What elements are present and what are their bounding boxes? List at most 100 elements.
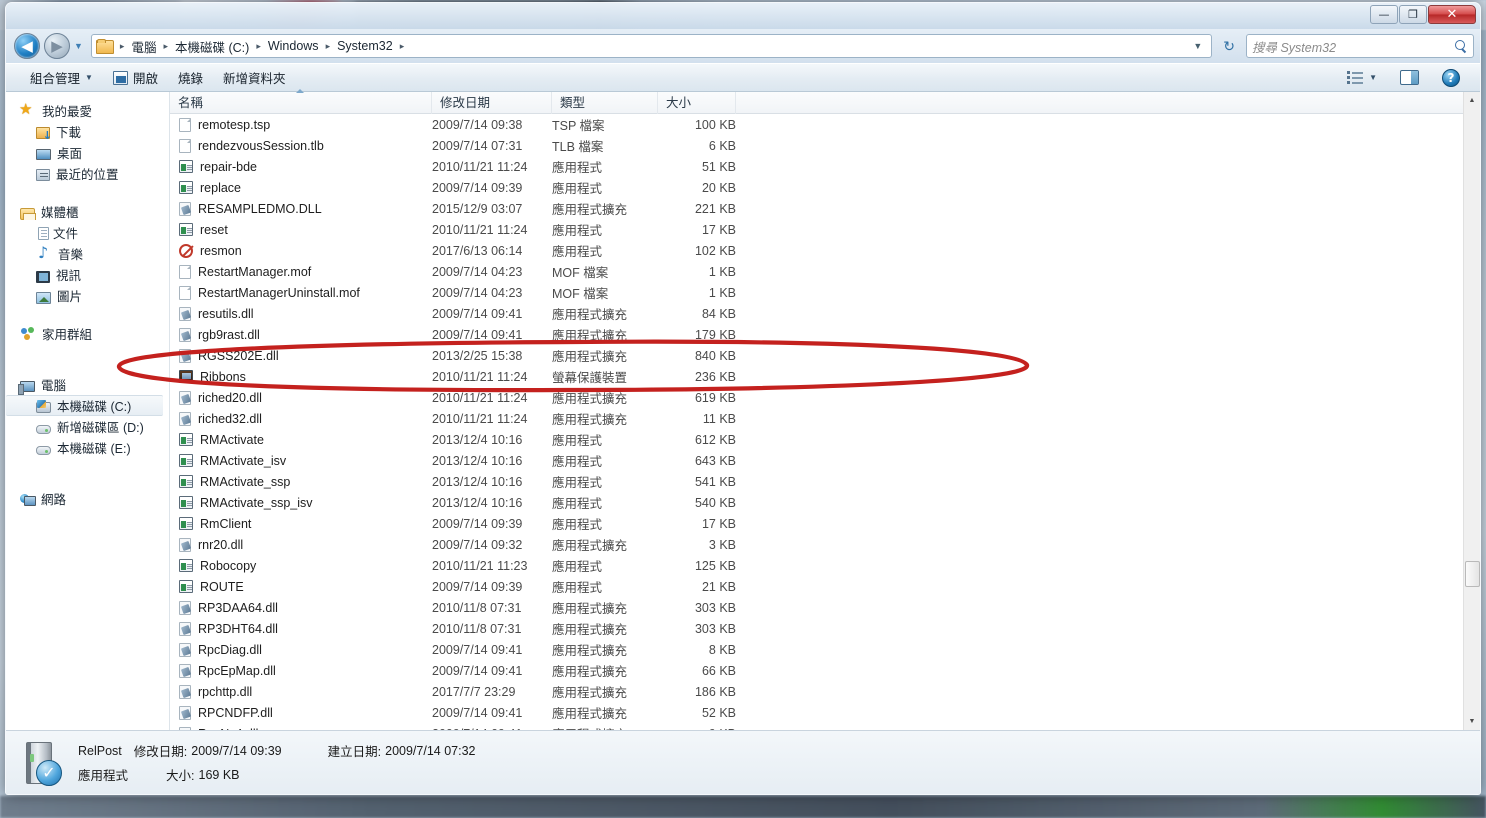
- sidebar-item-recent-places[interactable]: 最近的位置: [6, 163, 169, 184]
- sidebar-item-downloads[interactable]: 下載: [6, 121, 169, 142]
- breadcrumb-separator[interactable]: ▸: [323, 41, 334, 52]
- table-row[interactable]: rendezvousSession.tlb 2009/7/14 07:31 TLB …: [170, 135, 1463, 156]
- table-row[interactable]: RP3DAA64.dll 2010/11/8 07:31 應用程式擴充 303 KB: [170, 597, 1463, 618]
- sidebar-item-documents[interactable]: 文件: [6, 222, 169, 243]
- table-row[interactable]: rgb9rast.dll 2009/7/14 09:41 應用程式擴充 179 KB: [170, 324, 1463, 345]
- table-row[interactable]: resutils.dll 2009/7/14 09:41 應用程式擴充 84 KB: [170, 303, 1463, 324]
- file-type-icon: [22, 740, 66, 786]
- minimize-button[interactable]: —: [1370, 5, 1398, 24]
- column-header-size[interactable]: 大小: [658, 91, 736, 114]
- preview-pane-button[interactable]: [1390, 66, 1429, 89]
- sidebar-item-local-disk-e[interactable]: 本機磁碟 (E:): [6, 437, 169, 458]
- organize-button[interactable]: 組合管理 ▼: [20, 64, 103, 91]
- burn-button[interactable]: 燒錄: [168, 64, 213, 91]
- table-row[interactable]: RestartManager.mof 2009/7/14 04:23 MOF 檔案 1…: [170, 261, 1463, 282]
- close-button[interactable]: ✕: [1428, 5, 1476, 24]
- column-header-type[interactable]: 類型: [552, 91, 658, 114]
- address-dropdown-icon[interactable]: ▼: [1188, 41, 1207, 51]
- cell-size: 102 KB: [694, 243, 736, 258]
- refresh-button[interactable]: ↻: [1216, 38, 1242, 55]
- table-row[interactable]: RpcDiag.dll 2009/7/14 09:41 應用程式擴充 8 KB: [170, 639, 1463, 660]
- cell-date: 2013/12/4 10:16: [432, 453, 523, 468]
- table-row[interactable]: RPCNDFP.dll 2009/7/14 09:41 應用程式擴充 52 KB: [170, 702, 1463, 723]
- table-row[interactable]: RP3DHT64.dll 2010/11/8 07:31 應用程式擴充 303 KB: [170, 618, 1463, 639]
- column-header-name[interactable]: 名稱: [170, 88, 432, 114]
- breadcrumb-item-windows[interactable]: Windows: [265, 37, 322, 55]
- dll-icon: [179, 600, 191, 615]
- scrollbar-track[interactable]: [1464, 109, 1481, 713]
- forward-button[interactable]: ▶: [44, 33, 70, 59]
- breadcrumb-separator[interactable]: ▸: [397, 41, 408, 52]
- table-row[interactable]: RMActivate_ssp_isv 2013/12/4 10:16 應用程式 540…: [170, 492, 1463, 513]
- sidebar-item-music[interactable]: 音樂: [6, 243, 169, 264]
- breadcrumb-item-computer[interactable]: 電腦: [128, 35, 159, 58]
- maximize-button[interactable]: ❐: [1399, 5, 1427, 24]
- breadcrumb-item-local-disk-c[interactable]: 本機磁碟 (C:): [172, 35, 252, 58]
- breadcrumb-bar[interactable]: ▸ 電腦 ▸ 本機磁碟 (C:) ▸ Windows ▸ System32 ▸ …: [90, 34, 1213, 58]
- sidebar-header-network[interactable]: 網路: [6, 488, 169, 509]
- cell-size: 84 KB: [701, 306, 736, 321]
- generic-file-icon: [179, 264, 191, 279]
- open-button[interactable]: 開啟: [103, 64, 168, 91]
- table-row[interactable]: rpchttp.dll 2017/7/7 23:29 應用程式擴充 186 KB: [170, 681, 1463, 702]
- scroll-down-button[interactable]: ▼: [1464, 713, 1481, 730]
- breadcrumb-item-system32[interactable]: System32: [334, 37, 396, 55]
- cell-size: 1 KB: [708, 264, 736, 279]
- help-button[interactable]: ?: [1432, 65, 1470, 91]
- sidebar-item-pictures[interactable]: 圖片: [6, 285, 169, 306]
- file-name-label: riched32.dll: [198, 411, 262, 426]
- table-row[interactable]: RMActivate_isv 2013/12/4 10:16 應用程式 643 KB: [170, 450, 1463, 471]
- file-name-label: RMActivate_ssp_isv: [200, 495, 313, 510]
- file-rows-container[interactable]: remotesp.tsp 2009/7/14 09:38 TSP 檔案 100 KB r…: [170, 114, 1463, 730]
- table-row[interactable]: ROUTE 2009/7/14 09:39 應用程式 21 KB: [170, 576, 1463, 597]
- table-row[interactable]: RpcEpMap.dll 2009/7/14 09:41 應用程式擴充 66 KB: [170, 660, 1463, 681]
- table-row[interactable]: RestartManagerUninstall.mof 2009/7/14 04:…: [170, 282, 1463, 303]
- table-row[interactable]: resmon 2017/6/13 06:14 應用程式 102 KB: [170, 240, 1463, 261]
- column-header-date[interactable]: 修改日期: [432, 91, 552, 114]
- cell-type: 應用程式: [552, 581, 603, 595]
- sidebar-item-new-volume-d[interactable]: 新增磁碟區 (D:): [6, 416, 169, 437]
- back-button[interactable]: ◀: [14, 33, 40, 59]
- open-file-icon: [112, 70, 128, 85]
- sidebar-header-computer[interactable]: 電腦: [6, 374, 169, 395]
- cell-type: 應用程式擴充: [552, 413, 628, 427]
- scroll-up-button[interactable]: ▲: [1464, 92, 1481, 109]
- change-view-button[interactable]: ▼: [1337, 66, 1387, 89]
- breadcrumb-separator[interactable]: ▸: [117, 41, 128, 52]
- table-row[interactable]: Ribbons 2010/11/21 11:24 螢幕保護裝置 236 KB: [170, 366, 1463, 387]
- sidebar-item-local-disk-c[interactable]: 本機磁碟 (C:): [6, 395, 163, 416]
- search-box[interactable]: 搜尋 System32: [1246, 34, 1474, 58]
- history-dropdown-button[interactable]: ▼: [74, 41, 83, 51]
- table-row[interactable]: RpcNs4.dll 2009/7/14 09:41應用程式擴充9 KB: [170, 723, 1463, 730]
- new-folder-button[interactable]: 新增資料夾: [213, 64, 296, 91]
- cell-type: 應用程式擴充: [552, 644, 628, 658]
- table-row[interactable]: Robocopy 2010/11/21 11:23 應用程式 125 KB: [170, 555, 1463, 576]
- open-label: 開啟: [132, 72, 158, 86]
- breadcrumb-separator[interactable]: ▸: [253, 41, 264, 52]
- scrollbar-thumb[interactable]: [1464, 561, 1480, 587]
- table-row[interactable]: RESAMPLEDMO.DLL 2015/12/9 03:07 應用程式擴充 221 …: [170, 198, 1463, 219]
- sidebar-header-homegroup[interactable]: 家用群組: [6, 323, 169, 344]
- breadcrumb-separator[interactable]: ▸: [160, 41, 171, 52]
- cell-name: remotesp.tsp: [170, 117, 432, 132]
- table-row[interactable]: replace 2009/7/14 09:39 應用程式 20 KB: [170, 177, 1463, 198]
- sidebar-item-desktop[interactable]: 桌面: [6, 142, 169, 163]
- dll-icon: [179, 621, 191, 636]
- table-row[interactable]: repair-bde 2010/11/21 11:24 應用程式 51 KB: [170, 156, 1463, 177]
- vertical-scrollbar[interactable]: ▲ ▼: [1463, 92, 1480, 730]
- cell-size: 51 KB: [701, 159, 736, 174]
- table-row[interactable]: rnr20.dll 2009/7/14 09:32 應用程式擴充 3 KB: [170, 534, 1463, 555]
- sidebar-header-libraries[interactable]: 媒體櫃: [6, 201, 169, 222]
- cell-date: 2015/12/9 03:07: [432, 201, 523, 216]
- table-row[interactable]: RMActivate_ssp 2013/12/4 10:16 應用程式 541 KB: [170, 471, 1463, 492]
- table-row[interactable]: RMActivate 2013/12/4 10:16 應用程式 612 KB: [170, 429, 1463, 450]
- table-row[interactable]: reset 2010/11/21 11:24 應用程式 17 KB: [170, 219, 1463, 240]
- table-row[interactable]: remotesp.tsp 2009/7/14 09:38 TSP 檔案 100 KB: [170, 114, 1463, 135]
- sidebar-item-videos[interactable]: 視訊: [6, 264, 169, 285]
- table-row[interactable]: RGSS202E.dll 2013/2/25 15:38 應用程式擴充 840 KB: [170, 345, 1463, 366]
- table-row[interactable]: riched32.dll 2010/11/21 11:24 應用程式擴充 11 KB: [170, 408, 1463, 429]
- table-row[interactable]: riched20.dll 2010/11/21 11:24 應用程式擴充 619 KB: [170, 387, 1463, 408]
- sidebar-header-favorites[interactable]: 我的最愛: [6, 100, 169, 121]
- table-row[interactable]: RmClient 2009/7/14 09:39 應用程式 17 KB: [170, 513, 1463, 534]
